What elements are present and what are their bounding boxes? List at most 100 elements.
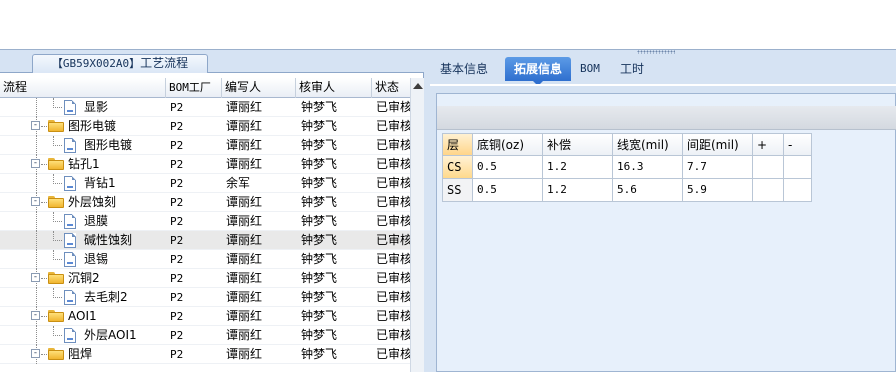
- reviewer-cell: 钟梦飞: [301, 271, 338, 285]
- line-width-col-header[interactable]: 线宽(mil): [613, 133, 683, 156]
- tree-guide-line: [53, 259, 62, 260]
- splitter-grip-icon[interactable]: [637, 50, 675, 54]
- status-cell: 已审核: [376, 347, 410, 361]
- compensation-cell[interactable]: 1.2: [543, 156, 613, 179]
- status-cell: 已审核: [376, 328, 410, 342]
- layer-cell[interactable]: CS: [442, 156, 473, 179]
- process-title-code: 【GB59X002A0】: [51, 57, 141, 70]
- column-header-reviewer[interactable]: 核审人: [296, 78, 372, 98]
- reviewer-cell: 钟梦飞: [301, 176, 338, 190]
- tree-step-row[interactable]: 图形电镀 P2 谭丽红 钟梦飞 已审核: [0, 136, 410, 155]
- tree-step-row[interactable]: 显影 P2 谭丽红 钟梦飞 已审核: [0, 98, 410, 117]
- add-row-cell[interactable]: [753, 179, 784, 202]
- layer-cell[interactable]: SS: [442, 179, 473, 202]
- document-icon: [64, 138, 76, 153]
- bom-factory-cell: P2: [170, 158, 184, 171]
- tree-guide-line: [36, 288, 37, 307]
- folder-icon: [48, 272, 64, 284]
- tree-group-row[interactable]: - 外层蚀刻 P2 谭丽红 钟梦飞 已审核: [0, 193, 410, 212]
- spacing-col-header[interactable]: 间距(mil): [683, 133, 753, 156]
- add-row-cell[interactable]: [753, 156, 784, 179]
- tree-step-label: 显影: [84, 100, 109, 114]
- compensation-col-header[interactable]: 补偿: [543, 133, 613, 156]
- tree-step-row[interactable]: 退锡 P2 谭丽红 钟梦飞 已审核: [0, 250, 410, 269]
- folder-icon: [48, 310, 64, 322]
- column-header-bom-factory[interactable]: BOM工厂: [166, 78, 222, 98]
- remove-row-cell[interactable]: [784, 156, 812, 179]
- tree-group-label: 沉铜2: [68, 271, 100, 285]
- tree-group-label: AOI1: [68, 309, 97, 323]
- tree-group-row[interactable]: - 阻焊 P2 谭丽红 钟梦飞 已审核: [0, 345, 410, 364]
- document-icon: [64, 233, 76, 248]
- tab-work-hours[interactable]: 工时: [620, 57, 650, 81]
- tree-group-row[interactable]: - AOI1 P2 谭丽红 钟梦飞 已审核: [0, 307, 410, 326]
- tree-group-label: 外层蚀刻: [68, 195, 117, 209]
- tree-step-label: 去毛刺2: [84, 290, 128, 304]
- collapse-icon[interactable]: -: [31, 349, 40, 358]
- collapse-icon[interactable]: -: [31, 311, 40, 320]
- compensation-cell[interactable]: 1.2: [543, 179, 613, 202]
- tree-guide-line: [53, 335, 62, 336]
- tab-extended-info[interactable]: 拓展信息: [505, 57, 571, 81]
- status-cell: 已审核: [376, 233, 410, 247]
- writer-cell: 谭丽红: [226, 290, 263, 304]
- collapse-icon[interactable]: -: [31, 197, 40, 206]
- tree-group-row[interactable]: - 钻孔1 P2 谭丽红 钟梦飞 已审核: [0, 155, 410, 174]
- remove-row-cell[interactable]: [784, 179, 812, 202]
- tab-bom[interactable]: BOM: [580, 57, 606, 81]
- tree-step-row[interactable]: 去毛刺2 P2 谭丽红 钟梦飞 已审核: [0, 288, 410, 307]
- collapse-icon[interactable]: -: [31, 121, 40, 130]
- base-copper-cell[interactable]: 0.5: [473, 179, 543, 202]
- collapse-icon[interactable]: -: [31, 159, 40, 168]
- remove-row-header[interactable]: -: [784, 133, 812, 156]
- status-cell: 已审核: [376, 176, 410, 190]
- reviewer-cell: 钟梦飞: [301, 157, 338, 171]
- writer-cell: 谭丽红: [226, 328, 263, 342]
- status-cell: 已审核: [376, 309, 410, 323]
- column-header-status[interactable]: 状态: [372, 78, 410, 98]
- writer-cell: 余军: [226, 176, 251, 190]
- scroll-up-arrow-icon[interactable]: [413, 83, 423, 89]
- add-row-header[interactable]: +: [753, 133, 784, 156]
- line-width-cell[interactable]: 16.3: [613, 156, 683, 179]
- line-width-cell[interactable]: 5.6: [613, 179, 683, 202]
- tree-guide-line: [36, 231, 37, 250]
- writer-cell: 谭丽红: [226, 271, 263, 285]
- window-top-area: [0, 0, 896, 50]
- status-cell: 已审核: [376, 271, 410, 285]
- base-copper-col-header[interactable]: 底铜(oz): [473, 133, 543, 156]
- tree-step-row[interactable]: 背钻1 P2 余军 钟梦飞 已审核: [0, 174, 410, 193]
- tree-guide-line: [53, 297, 62, 298]
- column-header-process[interactable]: 流程: [0, 78, 166, 98]
- tree-step-label: 外层AOI1: [84, 328, 137, 342]
- status-cell: 已审核: [376, 252, 410, 266]
- reviewer-cell: 钟梦飞: [301, 233, 338, 247]
- tree-step-label: 图形电镀: [84, 138, 133, 152]
- reviewer-cell: 钟梦飞: [301, 100, 338, 114]
- collapse-icon[interactable]: -: [31, 273, 40, 282]
- spacing-cell[interactable]: 5.9: [683, 179, 753, 202]
- process-grid-scrollbar[interactable]: [410, 78, 424, 372]
- layer-col-header[interactable]: 层: [442, 133, 473, 156]
- tree-group-row[interactable]: - 沉铜2 P2 谭丽红 钟梦飞 已审核: [0, 269, 410, 288]
- writer-cell: 谭丽红: [226, 214, 263, 228]
- reviewer-cell: 钟梦飞: [301, 252, 338, 266]
- tree-step-row[interactable]: 碱性蚀刻 P2 谭丽红 钟梦飞 已审核: [0, 231, 410, 250]
- bom-factory-cell: P2: [170, 101, 184, 114]
- spacing-cell[interactable]: 7.7: [683, 156, 753, 179]
- bom-factory-cell: P2: [170, 234, 184, 247]
- tree-group-row[interactable]: - 图形电镀 P2 谭丽红 钟梦飞 已审核: [0, 117, 410, 136]
- tree-group-label: 阻焊: [68, 347, 93, 361]
- tree-step-row[interactable]: 退膜 P2 谭丽红 钟梦飞 已审核: [0, 212, 410, 231]
- column-header-writer[interactable]: 编写人: [222, 78, 296, 98]
- tree-guide-line: [53, 107, 62, 108]
- tree-step-row[interactable]: 外层AOI1 P2 谭丽红 钟梦飞 已审核: [0, 326, 410, 345]
- tree-step-label: 碱性蚀刻: [84, 233, 133, 247]
- status-cell: 已审核: [376, 119, 410, 133]
- base-copper-cell[interactable]: 0.5: [473, 156, 543, 179]
- tree-guide-line: [53, 183, 62, 184]
- writer-cell: 谭丽红: [226, 233, 263, 247]
- tree-group-label: 钻孔1: [68, 157, 100, 171]
- bom-factory-cell: P2: [170, 196, 184, 209]
- tab-basic-info[interactable]: 基本信息: [440, 57, 496, 81]
